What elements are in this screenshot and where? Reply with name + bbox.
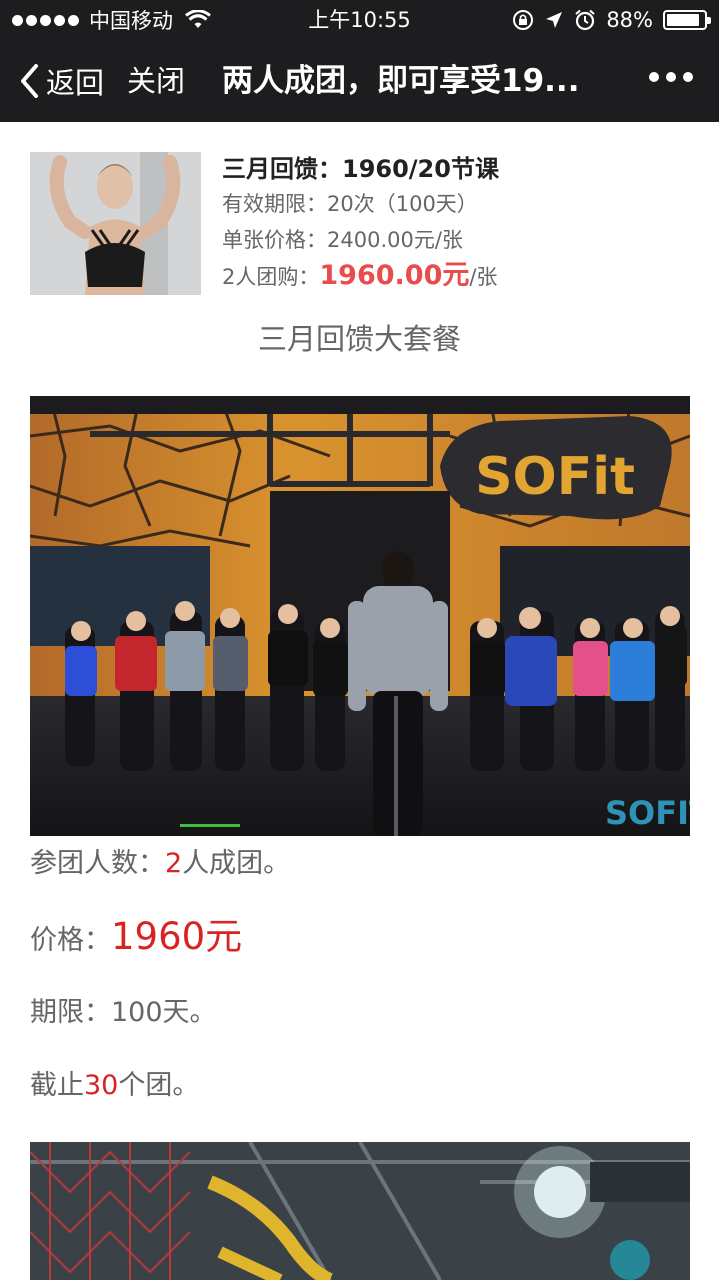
location-arrow-icon (546, 12, 563, 28)
members-suffix: 人成团。 (182, 848, 291, 879)
term-value: 100天。 (111, 997, 217, 1028)
members-label: 参团人数： (30, 848, 165, 879)
alarm-icon (575, 9, 595, 31)
more-dot-icon (666, 72, 676, 82)
back-button[interactable]: 返回 (18, 60, 104, 102)
deadline-prefix: 截止 (30, 1070, 84, 1101)
product-title: 三月回馈：1960/20节课 (222, 155, 499, 183)
product-validity: 有效期限：20次（100天） (222, 192, 478, 216)
members-line: 参团人数：2人成团。 (30, 844, 290, 884)
athlete-image (30, 152, 201, 295)
gym-group-photo: SOFit SOFI (30, 396, 690, 836)
brand-sign-text: SOFit (475, 447, 635, 507)
battery-fill (667, 14, 699, 26)
product-card[interactable]: 三月回馈：1960/20节课 有效期限：20次（100天） 单张价格：2400.… (30, 152, 690, 297)
page-title: 两人成团，即可享受19... (222, 63, 580, 99)
close-button[interactable]: 关闭 (127, 60, 185, 102)
battery-percent: 88% (606, 8, 653, 32)
battery-icon (663, 10, 711, 30)
product-unit-price: 单张价格：2400.00元/张 (222, 228, 463, 252)
more-dot-icon (649, 72, 659, 82)
term-label: 期限： (30, 997, 111, 1028)
watermark-text: SOFIT (605, 794, 690, 832)
price-label: 价格： (30, 925, 111, 956)
more-dot-icon (683, 72, 693, 82)
chevron-left-icon (21, 64, 38, 98)
rotation-lock-icon (513, 10, 534, 30)
nav-bar: 返回 关闭 两人成团，即可享受19... (0, 40, 719, 122)
term-line: 期限：100天。 (30, 993, 217, 1033)
deadline-suffix: 个团。 (118, 1070, 200, 1101)
status-right: 88% (512, 6, 711, 34)
product-group-price-line: 2人团购：1960.00元/张 (222, 258, 682, 295)
members-value: 2 (165, 848, 183, 879)
group-price-value: 1960.00元 (319, 260, 470, 291)
gym-interior-photo (30, 1142, 690, 1280)
back-label: 返回 (46, 66, 105, 100)
group-price-label: 2人团购： (222, 265, 320, 289)
price-value: 1960元 (111, 915, 243, 958)
product-info: 三月回馈：1960/20节课 有效期限：20次（100天） 单张价格：2400.… (222, 152, 682, 295)
gym-interior-image (30, 1142, 690, 1280)
product-thumbnail (30, 152, 201, 295)
price-line: 价格：1960元 (30, 914, 242, 964)
status-bar: 中国移动 上午10:55 88% (0, 0, 719, 40)
deadline-line: 截止30个团。 (30, 1066, 199, 1106)
more-menu-button[interactable] (649, 72, 693, 82)
group-price-unit: /张 (469, 265, 498, 289)
section-heading: 三月回馈大套餐 (257, 322, 461, 356)
deadline-value: 30 (84, 1070, 119, 1101)
gym-scene-image: SOFit SOFI (30, 396, 690, 836)
